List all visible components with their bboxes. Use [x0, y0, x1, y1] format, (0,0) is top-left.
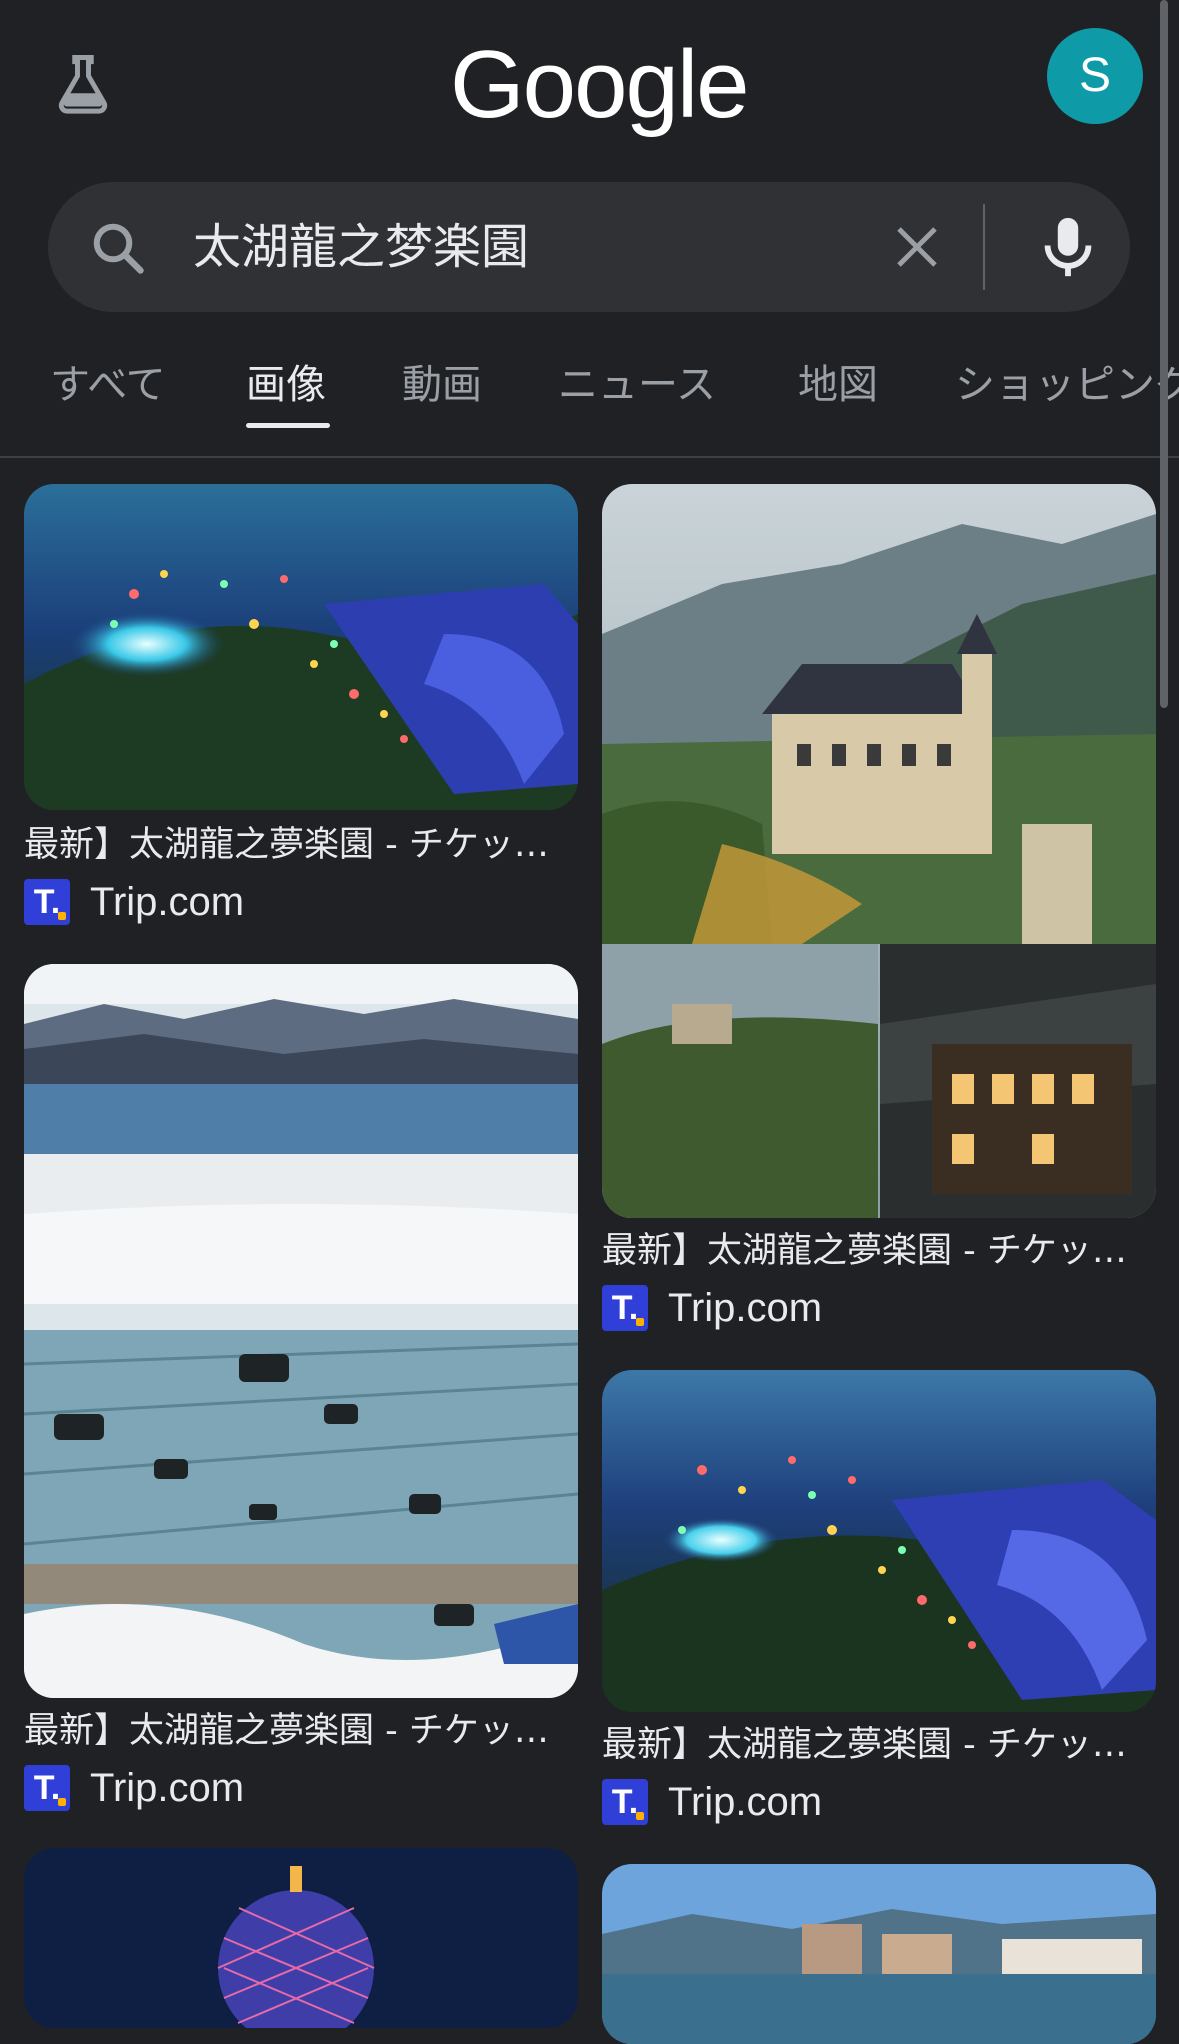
result-caption[interactable]: 最新】太湖龍之夢楽園 - チケッ…	[24, 1708, 579, 1754]
source-name: Trip.com	[668, 1780, 823, 1824]
search-icon[interactable]	[88, 218, 148, 278]
trip-favicon-icon: T.	[24, 1765, 70, 1811]
result-caption[interactable]: 最新】太湖龍之夢楽園 - チケッ…	[602, 1722, 1157, 1768]
tab-shopping[interactable]: ショッピング	[955, 350, 1179, 420]
scrollbar[interactable]	[1160, 0, 1168, 708]
google-logo[interactable]: Google	[450, 30, 750, 140]
search-divider	[983, 204, 985, 290]
theme-park-night-image	[24, 484, 578, 810]
indoor-snow-park-image	[24, 964, 578, 1698]
source-name: Trip.com	[668, 1286, 823, 1330]
tab-news[interactable]: ニュース	[558, 350, 716, 420]
result-image-6[interactable]	[602, 1864, 1156, 2044]
active-tab-indicator	[246, 423, 330, 428]
avatar[interactable]: S	[1047, 28, 1143, 124]
result-image-3[interactable]	[24, 964, 578, 1698]
castle-hills-image	[602, 484, 1156, 1218]
result-image-2[interactable]	[602, 484, 1156, 1218]
clear-icon[interactable]	[890, 220, 944, 274]
tabs-divider	[0, 456, 1179, 458]
search-tabs: すべて 画像 動画 ニュース 地図 ショッピング	[0, 350, 1179, 460]
labs-flask-icon[interactable]	[50, 52, 116, 118]
theme-park-aerial-image	[602, 1370, 1156, 1712]
trip-favicon-icon: T.	[24, 879, 70, 925]
microphone-icon[interactable]	[1033, 212, 1103, 282]
result-image-1[interactable]	[24, 484, 578, 810]
result-caption[interactable]: 最新】太湖龍之夢楽園 - チケッ…	[24, 822, 579, 868]
result-image-4[interactable]	[602, 1370, 1156, 1712]
search-input[interactable]: 太湖龍之梦楽園	[193, 212, 529, 282]
result-caption[interactable]: 最新】太湖龍之夢楽園 - チケッ…	[602, 1228, 1157, 1274]
result-image-5[interactable]	[24, 1848, 578, 2028]
trip-favicon-icon: T.	[602, 1779, 648, 1825]
tab-videos[interactable]: 動画	[402, 350, 482, 420]
dome-building-night-image	[24, 1848, 578, 2028]
search-bar[interactable]: 太湖龍之梦楽園	[48, 182, 1130, 312]
source-name: Trip.com	[90, 1766, 245, 1810]
top-bar: Google S	[0, 0, 1179, 170]
lake-resort-image	[602, 1864, 1156, 2044]
source-name: Trip.com	[90, 880, 245, 924]
tab-all[interactable]: すべて	[50, 350, 166, 420]
tab-maps[interactable]: 地図	[798, 350, 878, 420]
trip-favicon-icon: T.	[602, 1285, 648, 1331]
tab-images[interactable]: 画像	[246, 350, 326, 420]
